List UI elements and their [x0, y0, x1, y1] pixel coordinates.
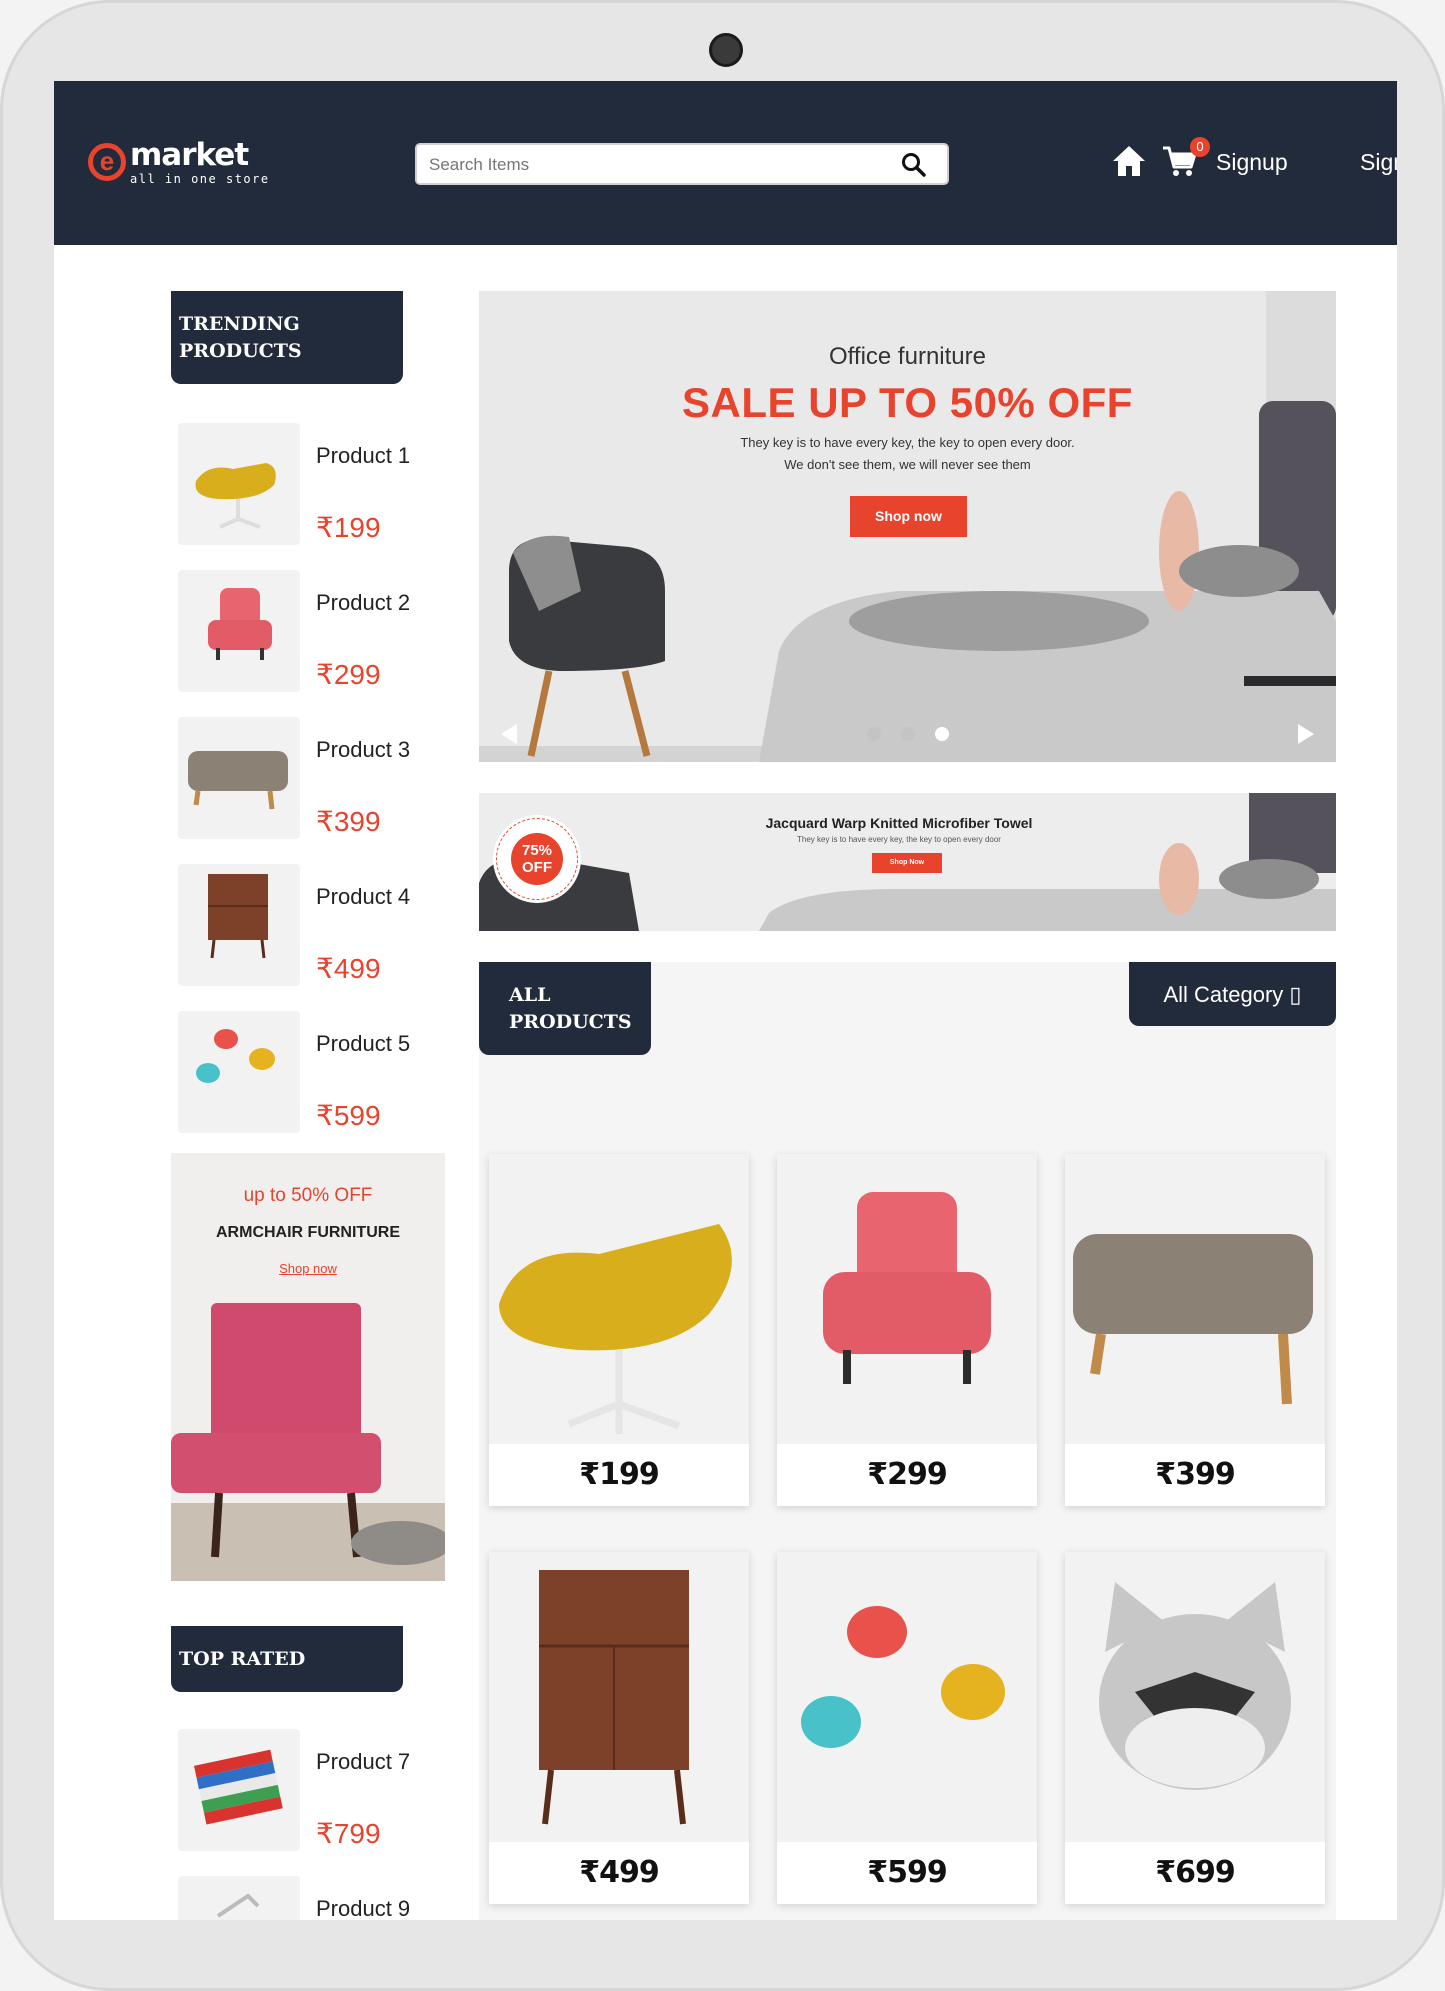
- product-price: ₹699: [1155, 1855, 1236, 1890]
- hero-title: SALE UP TO 50% OFF: [682, 379, 1133, 426]
- product-thumb: [178, 423, 300, 545]
- product-name: Product 5: [316, 1031, 411, 1056]
- slider-dot[interactable]: [867, 727, 881, 741]
- logo[interactable]: e market all in one store: [88, 137, 268, 193]
- hero-shop-now-button[interactable]: Shop now: [850, 496, 967, 537]
- strip-title: Jacquard Warp Knitted Microfiber Towel: [765, 815, 1033, 831]
- strip-text: They key is to have every key, the key t…: [797, 835, 1001, 844]
- top-rated-item[interactable]: Product 7 ₹799: [178, 1729, 418, 1853]
- product-price: ₹399: [1155, 1457, 1236, 1492]
- all-products-title-line2: PRODUCTS: [509, 1011, 632, 1033]
- product-card[interactable]: ₹299: [777, 1154, 1037, 1506]
- product-name: Product 2: [316, 590, 411, 615]
- product-card[interactable]: ₹399: [1065, 1154, 1325, 1506]
- product-card[interactable]: ₹699: [1065, 1552, 1325, 1904]
- badge-off: OFF: [522, 859, 552, 876]
- product-image: [1065, 1154, 1325, 1444]
- product-price: ₹599: [867, 1855, 948, 1890]
- all-products-title-line1: ALL: [509, 984, 551, 1006]
- product-price: ₹799: [316, 1818, 381, 1849]
- product-thumb: [178, 570, 300, 692]
- strip-shop-now-button[interactable]: Shop Now: [872, 853, 942, 873]
- logo-mark-icon: e: [88, 143, 126, 181]
- slider-dot[interactable]: [901, 727, 915, 741]
- promo-discount: up to 50% OFF: [243, 1185, 373, 1206]
- product-card[interactable]: ₹199: [489, 1154, 749, 1506]
- all-products-section: ALL PRODUCTS All Category ▯ ₹199 ₹299 ₹3…: [479, 962, 1336, 1920]
- signup-link[interactable]: Signup: [1216, 149, 1288, 176]
- product-price: ₹599: [316, 1100, 381, 1131]
- trending-item[interactable]: Product 1 ₹199: [178, 423, 418, 547]
- search-input[interactable]: [429, 151, 869, 179]
- promo-title: ARMCHAIR FURNITURE: [216, 1224, 400, 1241]
- product-image: [777, 1154, 1037, 1444]
- product-image: [489, 1552, 749, 1842]
- product-price: ₹299: [867, 1457, 948, 1492]
- logo-tagline: all in one store: [130, 172, 270, 186]
- slider-prev-icon[interactable]: [499, 723, 519, 745]
- promo-shop-now-link[interactable]: Shop now: [171, 1261, 445, 1276]
- top-rated-header: TOP RATED: [171, 1626, 403, 1692]
- product-name: Product 7: [316, 1749, 411, 1774]
- trending-title-line2: PRODUCTS: [179, 340, 302, 362]
- product-name: Product 1: [316, 443, 411, 468]
- product-image: [777, 1552, 1037, 1842]
- trending-title-line1: TRENDING: [179, 313, 300, 335]
- home-icon[interactable]: [1112, 145, 1146, 177]
- header: e market all in one store Search Items 0…: [54, 81, 1397, 245]
- badge-percent: 75%: [521, 842, 553, 859]
- product-card[interactable]: ₹599: [777, 1552, 1037, 1904]
- cart-count-badge: 0: [1190, 137, 1210, 157]
- trending-item[interactable]: Product 4 ₹499: [178, 864, 418, 988]
- armchair-image: [171, 1303, 445, 1581]
- product-thumb: [178, 864, 300, 986]
- product-name: Product 4: [316, 884, 411, 909]
- tablet-frame: e market all in one store Search Items 0…: [0, 0, 1445, 1991]
- product-price: ₹199: [579, 1457, 660, 1492]
- product-price: ₹399: [316, 806, 381, 837]
- product-thumb: [178, 717, 300, 839]
- all-products-header: ALL PRODUCTS: [479, 962, 651, 1055]
- product-card[interactable]: ₹499: [489, 1552, 749, 1904]
- slider-next-icon[interactable]: [1296, 723, 1316, 745]
- trending-item[interactable]: Product 5 ₹599: [178, 1011, 418, 1135]
- search-icon[interactable]: [901, 152, 927, 178]
- product-image: [489, 1154, 749, 1444]
- trending-item[interactable]: Product 3 ₹399: [178, 717, 418, 841]
- towel-promo-banner[interactable]: 75% OFF Jacquard Warp Knitted Microfiber…: [479, 793, 1336, 931]
- slider-dot-active[interactable]: [935, 727, 949, 741]
- hero-text-line: We don't see them, we will never see the…: [784, 457, 1031, 472]
- camera: [709, 33, 743, 67]
- screen: e market all in one store Search Items 0…: [54, 81, 1397, 1920]
- product-price: ₹299: [316, 659, 381, 690]
- armchair-promo-banner[interactable]: up to 50% OFF ARMCHAIR FURNITURE Shop no…: [171, 1153, 445, 1581]
- logo-name: market: [130, 137, 249, 173]
- product-thumb: [178, 1876, 300, 1920]
- hero-subtitle: Office furniture: [829, 343, 986, 370]
- product-image: [1065, 1552, 1325, 1842]
- signin-link[interactable]: Sign In: [1360, 149, 1397, 176]
- product-price: ₹499: [316, 953, 381, 984]
- hero-slider: Office furniture SALE UP TO 50% OFF They…: [479, 291, 1336, 762]
- category-dropdown[interactable]: All Category ▯: [1129, 962, 1336, 1026]
- product-price: ₹499: [579, 1855, 660, 1890]
- search-bar: [415, 143, 949, 185]
- trending-header: TRENDING PRODUCTS: [171, 291, 403, 384]
- trending-item[interactable]: Product 2 ₹299: [178, 570, 418, 694]
- product-name: Product 3: [316, 737, 411, 762]
- product-price: ₹199: [316, 512, 381, 543]
- product-name: Product 9: [316, 1896, 411, 1920]
- product-thumb: [178, 1729, 300, 1851]
- top-rated-title: TOP RATED: [179, 1648, 306, 1670]
- hero-text-line: They key is to have every key, the key t…: [740, 435, 1075, 450]
- product-thumb: [178, 1011, 300, 1133]
- top-rated-item[interactable]: Product 9: [178, 1876, 418, 1920]
